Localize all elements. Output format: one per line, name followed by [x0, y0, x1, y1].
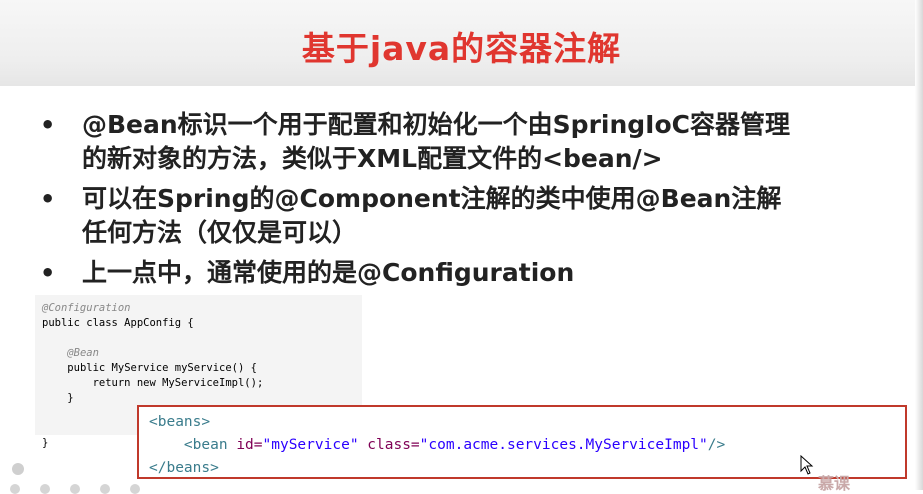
xml-id-value: "myService"	[262, 437, 359, 453]
bullet-2-line-1: 可以在Spring的@Component注解的类中使用@Bean注解	[82, 184, 782, 213]
xml-class-value: "com.acme.services.MyServiceImpl"	[419, 437, 708, 453]
xml-open-tag: <beans>	[149, 414, 211, 430]
control-dot-icon[interactable]	[130, 484, 140, 494]
xml-close-tag: </beans>	[149, 460, 219, 476]
mouse-cursor-icon	[800, 455, 814, 475]
code-method-declaration: public MyService myService() {	[67, 362, 257, 374]
bullet-1-line-2: 的新对象的方法，类似于XML配置文件的<bean/>	[82, 144, 663, 173]
control-dot-icon[interactable]	[10, 484, 20, 494]
code-annotation-bean: @Bean	[67, 347, 99, 359]
xml-class-attr: class=	[367, 437, 420, 453]
slide-nav-dot-icon[interactable]	[12, 463, 24, 475]
xml-bean-tag-start: <bean	[183, 437, 237, 453]
xml-code-block: <beans> <bean id="myService" class="com.…	[137, 405, 907, 479]
bullet-item-2: • 可以在Spring的@Component注解的类中使用@Bean注解 任何方…	[36, 182, 896, 250]
bullet-item-1: • @Bean标识一个用于配置和初始化一个由SpringIoC容器管理 的新对象…	[36, 108, 896, 176]
bullet-1-line-1: @Bean标识一个用于配置和初始化一个由SpringIoC容器管理	[82, 110, 790, 139]
player-controls	[0, 480, 200, 494]
control-dot-icon[interactable]	[100, 484, 110, 494]
bullet-item-3: • 上一点中，通常使用的是@Configuration	[36, 256, 896, 290]
xml-bean-tag-end: />	[707, 437, 726, 453]
control-dot-icon[interactable]	[40, 484, 50, 494]
xml-id-attr: id=	[236, 437, 263, 453]
code-return-statement: return new MyServiceImpl();	[92, 377, 264, 389]
bullet-3-line-1: 上一点中，通常使用的是@Configuration	[82, 258, 575, 287]
code-method-close: }	[67, 392, 74, 404]
code-annotation-configuration: @Configuration	[42, 302, 131, 314]
bullet-list: • @Bean标识一个用于配置和初始化一个由SpringIoC容器管理 的新对象…	[36, 108, 896, 296]
code-class-close: }	[42, 437, 49, 449]
control-dot-icon[interactable]	[70, 484, 80, 494]
bullet-2-line-2: 任何方法（仅仅是可以）	[82, 218, 358, 247]
bullet-dot-icon: •	[40, 185, 56, 213]
watermark-logo: 慕课	[818, 474, 851, 493]
slide-title: 基于java的容器注解	[301, 29, 622, 68]
code-class-declaration: public class AppConfig {	[42, 317, 194, 329]
window-edge	[915, 0, 923, 490]
bullet-dot-icon: •	[40, 111, 56, 139]
bullet-dot-icon: •	[40, 259, 56, 287]
